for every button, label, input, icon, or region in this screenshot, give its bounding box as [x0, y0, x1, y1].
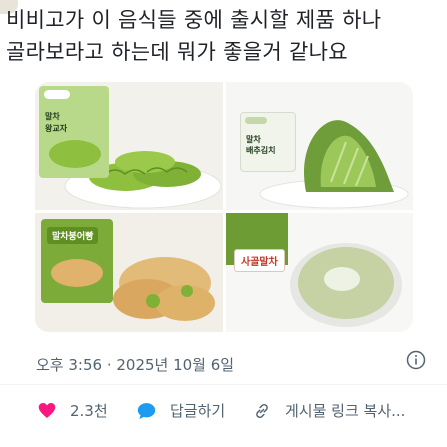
copy-link-label: 게시물 링크 복사... — [285, 402, 406, 420]
package-label: 사골말차 — [234, 249, 285, 272]
post-text-line-1: 비비고가 이 음식들 중에 출시할 제품 하나 — [6, 8, 382, 32]
reply-label: 답글하기 — [170, 402, 226, 420]
media-image-3[interactable]: 말차붕어빵 — [35, 213, 223, 332]
post-text-line-2: 골라보라고 하는데 뭐가 좋을거 같나요 — [6, 40, 348, 64]
copy-link-button[interactable]: 게시물 링크 복사... — [253, 400, 405, 421]
info-icon[interactable] — [406, 350, 426, 370]
media-grid: 말차 왕교자 말차 배추김치 말차붕어빵 사골말차 — [35, 82, 413, 332]
package-label-line-1: 말차 — [45, 112, 60, 121]
package-label-line-1: 말차 — [246, 135, 261, 144]
heart-icon — [38, 403, 56, 418]
media-image-4[interactable]: 사골말차 — [226, 213, 413, 332]
matcha-bone-soup-illustration — [226, 213, 413, 332]
media-image-2[interactable]: 말차 배추김치 — [226, 82, 413, 210]
package-label-line-2: 왕교자 — [45, 124, 68, 133]
divider — [0, 384, 447, 385]
like-count: 2.3천 — [70, 402, 108, 420]
speech-bubble-icon — [137, 402, 156, 419]
like-button[interactable]: 2.3천 — [38, 400, 108, 421]
post-timestamp[interactable]: 오후 3:56 · 2025년 10월 6일 — [36, 354, 234, 375]
link-icon — [256, 403, 268, 418]
package-label-line-2: 배추김치 — [246, 146, 276, 155]
product-package: 말차 배추김치 — [240, 112, 296, 172]
product-package: 말차 왕교자 — [39, 86, 109, 178]
reply-button[interactable]: 답글하기 — [137, 400, 225, 421]
package-label: 말차붕어빵 — [47, 227, 99, 244]
media-image-1[interactable]: 말차 왕교자 — [35, 82, 223, 210]
post-text: 비비고가 이 음식들 중에 출시할 제품 하나 골라보라고 하는데 뭐가 좋을거… — [6, 4, 442, 68]
